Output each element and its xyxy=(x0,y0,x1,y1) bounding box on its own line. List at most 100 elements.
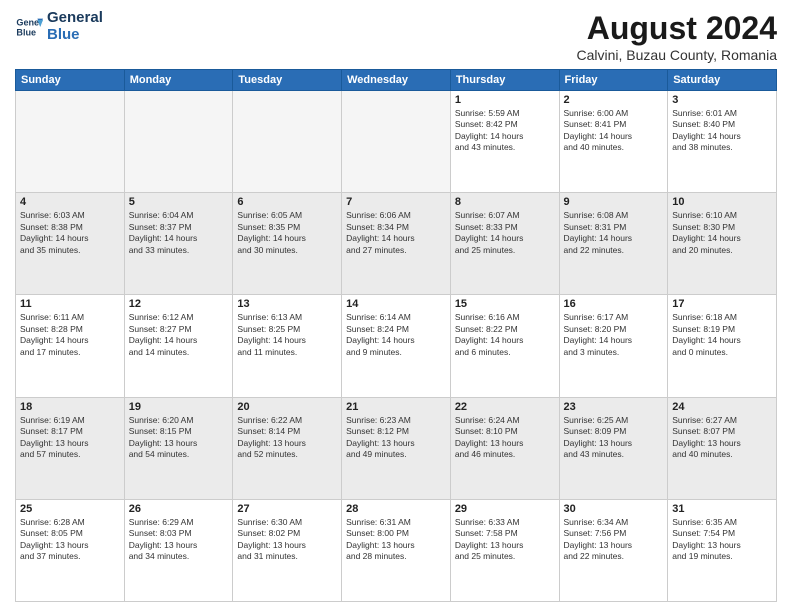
day-number: 30 xyxy=(564,503,664,515)
day-number: 6 xyxy=(237,196,337,208)
logo: General Blue General Blue xyxy=(15,10,103,43)
calendar-cell: 22 Sunrise: 6:24 AMSunset: 8:10 PMDayligh… xyxy=(450,397,559,499)
calendar-cell: 24Sunrise: 6:27 AMSunset: 8:07 PMDayligh… xyxy=(668,397,777,499)
day-number: 23 xyxy=(564,401,664,413)
day-number: 29 xyxy=(455,503,555,515)
day-info: Sunrise: 6:30 AMSunset: 8:02 PMDaylight:… xyxy=(237,517,337,563)
month-title: August 2024 xyxy=(576,10,777,47)
svg-text:Blue: Blue xyxy=(16,27,36,37)
day-info: Sunrise: 6:16 AMSunset: 8:22 PMDaylight:… xyxy=(455,312,555,358)
calendar-cell: 2 Sunrise: 6:00 AMSunset: 8:41 PMDaylight… xyxy=(559,91,668,193)
day-number: 18 xyxy=(20,401,120,413)
day-info: Sunrise: 5:59 AMSunset: 8:42 PMDaylight:… xyxy=(455,108,555,154)
day-number: 5 xyxy=(129,196,229,208)
logo-blue: Blue xyxy=(47,27,103,44)
day-info: Sunrise: 6:34 AMSunset: 7:56 PMDaylight:… xyxy=(564,517,664,563)
day-number: 26 xyxy=(129,503,229,515)
day-number: 14 xyxy=(346,298,446,310)
day-info: Sunrise: 6:19 AMSunset: 8:17 PMDaylight:… xyxy=(20,415,120,461)
calendar-cell: 13Sunrise: 6:13 AMSunset: 8:25 PMDayligh… xyxy=(233,295,342,397)
calendar-cell xyxy=(124,91,233,193)
day-info: Sunrise: 6:20 AMSunset: 8:15 PMDaylight:… xyxy=(129,415,229,461)
calendar-cell: 10Sunrise: 6:10 AMSunset: 8:30 PMDayligh… xyxy=(668,193,777,295)
day-info: Sunrise: 6:33 AMSunset: 7:58 PMDaylight:… xyxy=(455,517,555,563)
day-number: 2 xyxy=(564,94,664,106)
day-info: Sunrise: 6:25 AMSunset: 8:09 PMDaylight:… xyxy=(564,415,664,461)
day-info: Sunrise: 6:04 AMSunset: 8:37 PMDaylight:… xyxy=(129,210,229,256)
weekday-header-thursday: Thursday xyxy=(450,70,559,91)
calendar-cell: 7 Sunrise: 6:06 AMSunset: 8:34 PMDaylight… xyxy=(342,193,451,295)
day-info: Sunrise: 6:08 AMSunset: 8:31 PMDaylight:… xyxy=(564,210,664,256)
calendar-cell: 16Sunrise: 6:17 AMSunset: 8:20 PMDayligh… xyxy=(559,295,668,397)
day-info: Sunrise: 6:13 AMSunset: 8:25 PMDaylight:… xyxy=(237,312,337,358)
day-info: Sunrise: 6:31 AMSunset: 8:00 PMDaylight:… xyxy=(346,517,446,563)
calendar-cell: 28 Sunrise: 6:31 AMSunset: 8:00 PMDayligh… xyxy=(342,499,451,601)
calendar-row-2: 11 Sunrise: 6:11 AMSunset: 8:28 PMDayligh… xyxy=(16,295,777,397)
calendar-cell: 31 Sunrise: 6:35 AMSunset: 7:54 PMDayligh… xyxy=(668,499,777,601)
calendar-cell: 19 Sunrise: 6:20 AMSunset: 8:15 PMDayligh… xyxy=(124,397,233,499)
day-info: Sunrise: 6:03 AMSunset: 8:38 PMDaylight:… xyxy=(20,210,120,256)
day-number: 12 xyxy=(129,298,229,310)
weekday-header-wednesday: Wednesday xyxy=(342,70,451,91)
calendar-cell: 29 Sunrise: 6:33 AMSunset: 7:58 PMDayligh… xyxy=(450,499,559,601)
day-info: Sunrise: 6:06 AMSunset: 8:34 PMDaylight:… xyxy=(346,210,446,256)
calendar-cell xyxy=(342,91,451,193)
calendar-cell: 27 Sunrise: 6:30 AMSunset: 8:02 PMDayligh… xyxy=(233,499,342,601)
day-number: 24 xyxy=(672,401,772,413)
calendar-cell: 18 Sunrise: 6:19 AMSunset: 8:17 PMDayligh… xyxy=(16,397,125,499)
day-number: 25 xyxy=(20,503,120,515)
weekday-header-saturday: Saturday xyxy=(668,70,777,91)
day-number: 28 xyxy=(346,503,446,515)
day-info: Sunrise: 6:22 AMSunset: 8:14 PMDaylight:… xyxy=(237,415,337,461)
calendar-cell: 30 Sunrise: 6:34 AMSunset: 7:56 PMDayligh… xyxy=(559,499,668,601)
day-number: 17 xyxy=(672,298,772,310)
calendar-row-0: 1Sunrise: 5:59 AMSunset: 8:42 PMDaylight… xyxy=(16,91,777,193)
day-number: 20 xyxy=(237,401,337,413)
title-block: August 2024 Calvini, Buzau County, Roman… xyxy=(576,10,777,63)
day-info: Sunrise: 6:05 AMSunset: 8:35 PMDaylight:… xyxy=(237,210,337,256)
calendar-cell: 6 Sunrise: 6:05 AMSunset: 8:35 PMDaylight… xyxy=(233,193,342,295)
day-number: 27 xyxy=(237,503,337,515)
calendar-cell: 3 Sunrise: 6:01 AMSunset: 8:40 PMDaylight… xyxy=(668,91,777,193)
day-number: 31 xyxy=(672,503,772,515)
calendar-row-1: 4Sunrise: 6:03 AMSunset: 8:38 PMDaylight… xyxy=(16,193,777,295)
calendar-cell: 20 Sunrise: 6:22 AMSunset: 8:14 PMDayligh… xyxy=(233,397,342,499)
day-info: Sunrise: 6:01 AMSunset: 8:40 PMDaylight:… xyxy=(672,108,772,154)
logo-icon: General Blue xyxy=(15,13,43,41)
calendar-cell: 1Sunrise: 5:59 AMSunset: 8:42 PMDaylight… xyxy=(450,91,559,193)
day-number: 11 xyxy=(20,298,120,310)
calendar-cell: 21 Sunrise: 6:23 AMSunset: 8:12 PMDayligh… xyxy=(342,397,451,499)
calendar-cell: 14 Sunrise: 6:14 AMSunset: 8:24 PMDayligh… xyxy=(342,295,451,397)
day-info: Sunrise: 6:00 AMSunset: 8:41 PMDaylight:… xyxy=(564,108,664,154)
weekday-header-friday: Friday xyxy=(559,70,668,91)
day-number: 3 xyxy=(672,94,772,106)
calendar-cell: 23 Sunrise: 6:25 AMSunset: 8:09 PMDayligh… xyxy=(559,397,668,499)
calendar-cell: 15Sunrise: 6:16 AMSunset: 8:22 PMDayligh… xyxy=(450,295,559,397)
day-number: 10 xyxy=(672,196,772,208)
day-info: Sunrise: 6:11 AMSunset: 8:28 PMDaylight:… xyxy=(20,312,120,358)
calendar-cell xyxy=(16,91,125,193)
day-number: 19 xyxy=(129,401,229,413)
day-info: Sunrise: 6:28 AMSunset: 8:05 PMDaylight:… xyxy=(20,517,120,563)
calendar-row-4: 25 Sunrise: 6:28 AMSunset: 8:05 PMDayligh… xyxy=(16,499,777,601)
day-info: Sunrise: 6:35 AMSunset: 7:54 PMDaylight:… xyxy=(672,517,772,563)
day-info: Sunrise: 6:23 AMSunset: 8:12 PMDaylight:… xyxy=(346,415,446,461)
calendar-cell: 11 Sunrise: 6:11 AMSunset: 8:28 PMDayligh… xyxy=(16,295,125,397)
calendar-cell: 5 Sunrise: 6:04 AMSunset: 8:37 PMDaylight… xyxy=(124,193,233,295)
day-info: Sunrise: 6:14 AMSunset: 8:24 PMDaylight:… xyxy=(346,312,446,358)
page: General Blue General Blue August 2024 Ca… xyxy=(0,0,792,612)
calendar-cell xyxy=(233,91,342,193)
calendar-cell: 9 Sunrise: 6:08 AMSunset: 8:31 PMDaylight… xyxy=(559,193,668,295)
day-info: Sunrise: 6:07 AMSunset: 8:33 PMDaylight:… xyxy=(455,210,555,256)
calendar-cell: 12Sunrise: 6:12 AMSunset: 8:27 PMDayligh… xyxy=(124,295,233,397)
day-number: 8 xyxy=(455,196,555,208)
day-number: 22 xyxy=(455,401,555,413)
day-number: 21 xyxy=(346,401,446,413)
day-info: Sunrise: 6:24 AMSunset: 8:10 PMDaylight:… xyxy=(455,415,555,461)
weekday-header-sunday: Sunday xyxy=(16,70,125,91)
header: General Blue General Blue August 2024 Ca… xyxy=(15,10,777,63)
day-number: 7 xyxy=(346,196,446,208)
weekday-header-tuesday: Tuesday xyxy=(233,70,342,91)
calendar-cell: 26Sunrise: 6:29 AMSunset: 8:03 PMDayligh… xyxy=(124,499,233,601)
day-number: 9 xyxy=(564,196,664,208)
